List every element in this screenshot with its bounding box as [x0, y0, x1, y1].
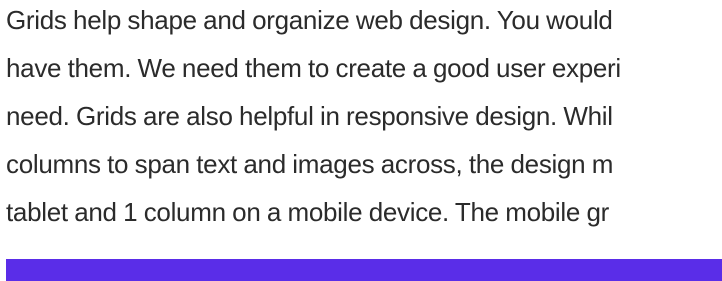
article-paragraph: Grids help shape and organize web design…: [6, 0, 722, 236]
page-viewport: Grids help shape and organize web design…: [0, 0, 722, 281]
article-line-1: Grids help shape and organize web design…: [6, 5, 613, 35]
article-line-4: columns to span text and images across, …: [6, 149, 614, 179]
article-line-2: have them. We need them to create a good…: [6, 53, 621, 83]
article-line-3: need. Grids are also helpful in responsi…: [6, 101, 613, 131]
article-line-5: tablet and 1 column on a mobile device. …: [6, 197, 609, 227]
accent-banner-bar: [6, 259, 722, 281]
